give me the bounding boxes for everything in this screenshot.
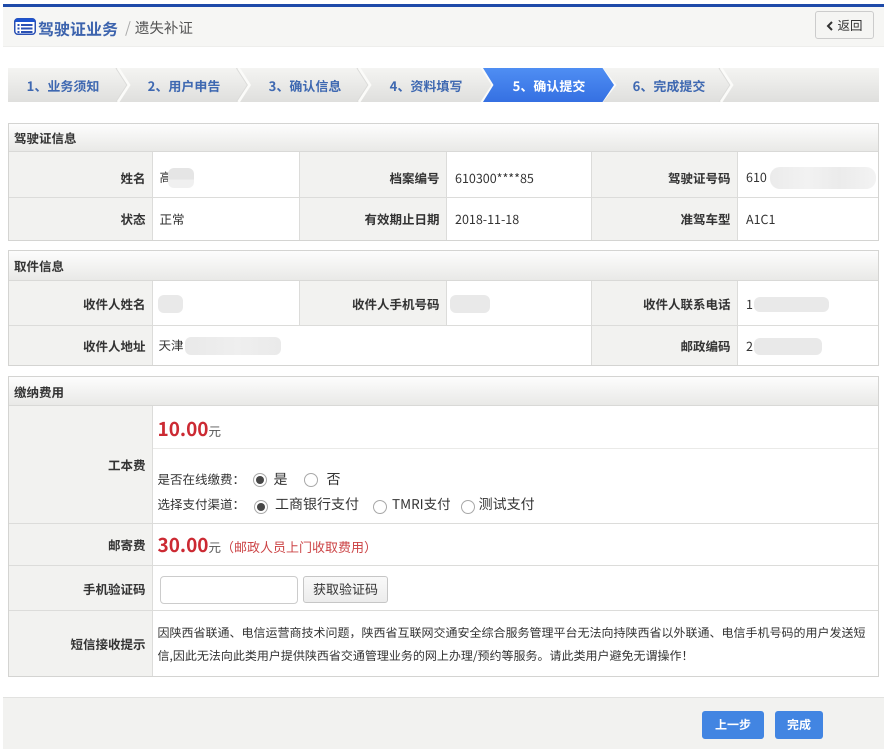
svg-text:1、业务须知: 1、业务须知 (27, 76, 100, 95)
svg-text:5、确认提交: 5、确认提交 (513, 76, 586, 95)
svg-text:3、确认信息: 3、确认信息 (269, 76, 342, 95)
svg-text:4、资料填写: 4、资料填写 (390, 76, 463, 95)
svg-text:6、完成提交: 6、完成提交 (633, 76, 706, 95)
svg-text:2、用户申告: 2、用户申告 (148, 76, 221, 95)
